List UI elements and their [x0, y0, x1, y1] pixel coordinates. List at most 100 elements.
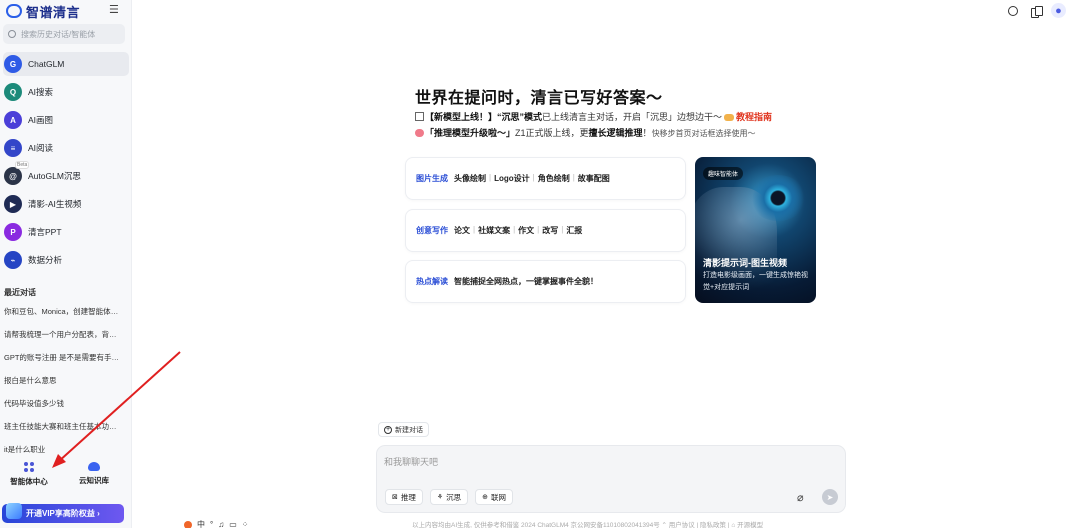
ime-item[interactable]: ▭: [229, 520, 237, 528]
card-item[interactable]: 智能捕捉全网热点，一键掌握事件全貌！: [454, 276, 598, 287]
sidebar: 智谱清言 ☰ G ChatGLM Q AI搜索 A AI画图 ≡ AI阅读: [0, 0, 132, 528]
reasoning-icon: ⊠: [392, 494, 398, 501]
ime-item[interactable]: 中: [197, 519, 205, 528]
user-icon[interactable]: ●: [1051, 3, 1066, 18]
brand-logo-icon: [6, 4, 22, 18]
promo-eye-image: [749, 175, 807, 221]
promo-card[interactable]: 趣味智能体 清影提示词-图生视频 打造电影级画面，一键生成惊艳视觉+对应提示词: [695, 157, 816, 303]
video-icon: ▶: [4, 195, 22, 213]
recent-item[interactable]: 请帮我梳理一个用户分配表，背景是: [0, 330, 122, 353]
chat-input[interactable]: [384, 455, 824, 475]
send-button[interactable]: ➤: [822, 489, 838, 505]
card-item[interactable]: 论文: [454, 225, 470, 236]
search-box[interactable]: [3, 24, 125, 44]
cloud-kb-icon: [88, 462, 100, 471]
alarm-icon[interactable]: [1005, 3, 1020, 18]
vip-icon: [6, 502, 22, 519]
ai-read-icon: ≡: [4, 139, 22, 157]
sidebar-item-label: AI阅读: [28, 143, 54, 153]
sidebar-item-label: 数据分析: [28, 255, 63, 265]
card-item[interactable]: 角色绘制: [538, 173, 570, 184]
sidebar-item-label: 清言PPT: [28, 227, 62, 237]
agent-center-icon: [24, 462, 34, 472]
composer-chips: ⊠ 推理 ⚘ 沉思 ⊕ 联网: [385, 489, 514, 505]
collapse-sidebar-icon[interactable]: ☰: [109, 4, 121, 16]
speech-bubble-icon: [415, 129, 424, 137]
card-item[interactable]: Logo设计: [494, 173, 530, 184]
card-item[interactable]: 头像绘制: [454, 173, 486, 184]
ime-item[interactable]: ⁘: [242, 520, 249, 528]
footer: 以上内容均由AI生成, 仅供参考和借鉴 2024 ChatGLM4 京公网安备1…: [412, 522, 764, 528]
chip-label: 沉思: [446, 492, 462, 502]
vip-label: 开通VIP享高阶权益 ›: [26, 509, 100, 518]
new-chat-label: 新建对话: [395, 426, 423, 434]
deep-think-chip[interactable]: ⚘ 沉思: [429, 489, 469, 505]
autoglm-icon: @: [4, 167, 22, 185]
search-icon: [8, 30, 16, 38]
card-item[interactable]: 作文: [518, 225, 534, 236]
sidebar-item-ai-read[interactable]: ≡ AI阅读: [3, 136, 129, 160]
beta-badge: Beta: [15, 161, 30, 169]
announce2-hint: 快移步首页对话框选择使用〜: [651, 129, 756, 138]
agent-center-tab[interactable]: 智能体中心: [0, 462, 58, 492]
announcement-line-1: 【新模型上线！】“沉思”模式已上线清言主对话，开启「沉思」边想边干〜 教程指南: [415, 110, 772, 123]
ime-item[interactable]: °: [210, 520, 213, 528]
chatglm-icon: G: [4, 55, 22, 73]
card-creative-writing[interactable]: 创意写作 论文 | 社媒文案 | 作文 | 改写 | 汇报: [405, 209, 686, 252]
ai-draw-icon: A: [4, 111, 22, 129]
recent-item[interactable]: 报白是什么意思: [0, 376, 122, 399]
sidebar-item-video[interactable]: ▶ 清影-AI生视频: [3, 192, 129, 216]
tutorial-link[interactable]: 教程指南: [736, 112, 772, 122]
vip-button[interactable]: 开通VIP享高阶权益 ›: [2, 502, 124, 523]
sidebar-item-ai-search[interactable]: Q AI搜索: [3, 80, 129, 104]
sidebar-item-label: AI画图: [28, 115, 54, 125]
chip-label: 联网: [491, 492, 507, 502]
sidebar-bottom-tabs: 智能体中心 云知识库: [0, 462, 132, 492]
announcement-line-2: 「推理模型升级啦〜」Z1正式版上线，更擅长逻辑推理！快移步首页对话框选择使用〜: [415, 126, 756, 139]
ime-item[interactable]: ♫: [218, 520, 224, 528]
new-chat-button[interactable]: + 新建对话: [378, 422, 429, 437]
card-item[interactable]: 社媒文案: [478, 225, 510, 236]
card-items: 智能捕捉全网热点，一键掌握事件全貌！: [454, 276, 598, 287]
card-item[interactable]: 改写: [542, 225, 558, 236]
attachment-icon[interactable]: ⌀: [797, 491, 804, 504]
card-tag: 创意写作: [416, 226, 448, 235]
sidebar-item-label: 清影-AI生视频: [28, 199, 82, 209]
announce1-text: 已上线清言主对话，开启「沉思」边想边干〜: [542, 112, 723, 122]
card-items: 头像绘制 | Logo设计 | 角色绘制 | 故事配图: [454, 173, 610, 184]
brand[interactable]: 智谱清言: [6, 3, 81, 20]
brand-name: 智谱清言: [26, 4, 81, 20]
app-root: 智谱清言 ☰ G ChatGLM Q AI搜索 A AI画图 ≡ AI阅读: [0, 0, 1080, 528]
announce2-bold-2: 擅长逻辑推理: [588, 128, 643, 138]
sidebar-item-ppt[interactable]: P 清言PPT: [3, 220, 129, 244]
recent-item[interactable]: 你和豆包、Monica，创建智能体需要什么条件: [0, 307, 122, 330]
ime-toolbar: 中 ° ♫ ▭ ⁘: [184, 519, 248, 528]
sidebar-item-autoglm[interactable]: @ Beta AutoGLM沉思: [3, 161, 129, 188]
card-item[interactable]: 汇报: [566, 225, 582, 236]
recent-item[interactable]: 代码毕设值多少钱: [0, 399, 122, 422]
reasoning-chip[interactable]: ⊠ 推理: [385, 489, 423, 505]
sidebar-item-ai-draw[interactable]: A AI画图: [3, 108, 129, 132]
web-chip[interactable]: ⊕ 联网: [475, 489, 514, 505]
ime-logo-icon: [184, 520, 192, 528]
hero-title: 世界在提问时，清言已写好答案〜: [415, 90, 663, 107]
card-image-gen[interactable]: 图片生成 头像绘制 | Logo设计 | 角色绘制 | 故事配图: [405, 157, 686, 200]
announce2-text: Z1正式版上线，更: [515, 128, 589, 138]
ppt-icon: P: [4, 223, 22, 241]
sidebar-item-chatglm[interactable]: G ChatGLM: [3, 52, 129, 76]
cloud-kb-label: 云知识库: [79, 476, 109, 485]
web-icon: ⊕: [482, 494, 489, 501]
card-hot-topics[interactable]: 热点解读 智能捕捉全网热点，一键掌握事件全貌！: [405, 260, 686, 303]
docs-icon[interactable]: [1028, 3, 1043, 18]
card-tag: 热点解读: [416, 277, 448, 286]
cloud-kb-tab[interactable]: 云知识库: [64, 462, 124, 492]
checkbox-icon: [415, 112, 424, 121]
search-input[interactable]: [21, 29, 121, 39]
card-item[interactable]: 故事配图: [578, 173, 610, 184]
recent-list: 你和豆包、Monica，创建智能体需要什么条件 请帮我梳理一个用户分配表，背景是…: [0, 307, 132, 468]
sidebar-item-label: ChatGLM: [28, 59, 65, 69]
recent-item[interactable]: 班主任技能大赛和班主任基本功大赛: [0, 422, 122, 445]
recent-item[interactable]: GPT的账号注册 是不是需要有手机号: [0, 353, 122, 376]
card-items: 论文 | 社媒文案 | 作文 | 改写 | 汇报: [454, 225, 583, 236]
sidebar-item-data-analysis[interactable]: ⌁ 数据分析: [3, 248, 129, 272]
